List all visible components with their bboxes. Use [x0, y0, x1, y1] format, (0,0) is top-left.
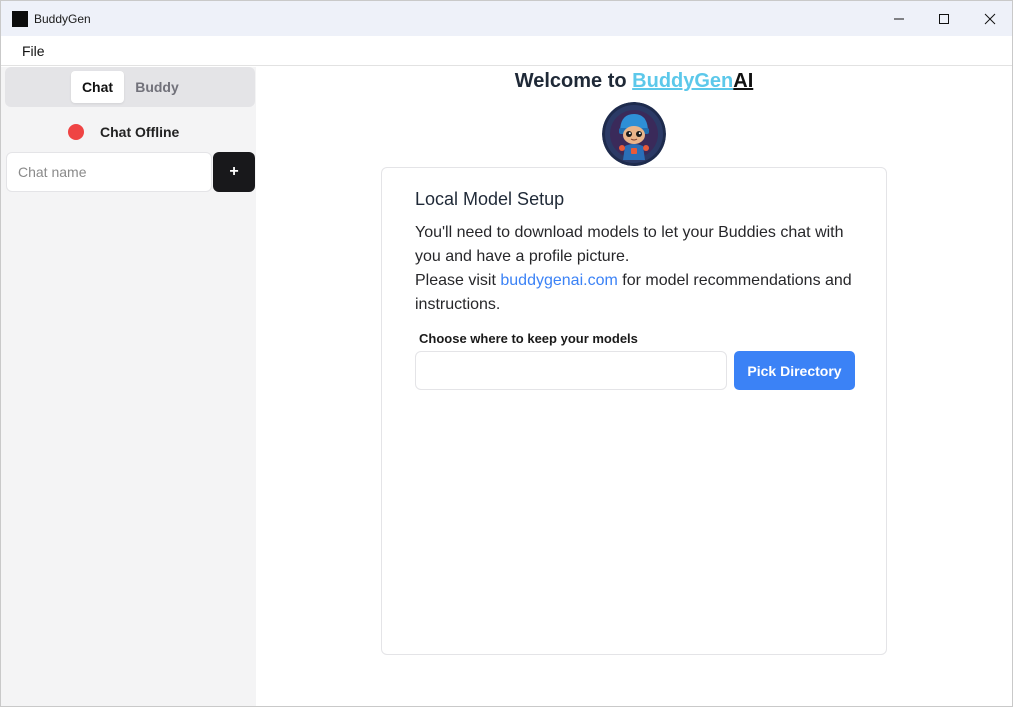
directory-input[interactable] [415, 351, 727, 390]
tab-buddy[interactable]: Buddy [129, 71, 185, 103]
buddygenai-link[interactable]: buddygenai.com [500, 272, 617, 289]
close-icon [984, 13, 996, 24]
menu-bar: File [1, 36, 1012, 66]
robot-avatar-icon [602, 102, 666, 166]
add-chat-button[interactable]: + [213, 152, 255, 192]
window-title: BuddyGen [34, 12, 91, 26]
app-window: BuddyGen File Chat Buddy Chat Offline + … [0, 0, 1013, 707]
card-title: Local Model Setup [415, 189, 565, 209]
app-icon [12, 11, 28, 27]
status-text: Chat Offline [100, 124, 180, 140]
minimize-icon [894, 18, 904, 19]
close-button[interactable] [967, 1, 1012, 36]
sidebar-tabs: Chat Buddy [5, 67, 255, 107]
chat-status: Chat Offline [1, 117, 256, 147]
welcome-prefix: Welcome to [514, 70, 633, 92]
welcome-heading: Welcome to BuddyGenAI [256, 70, 1012, 93]
chat-name-input[interactable] [6, 152, 212, 192]
brand-suffix[interactable]: AI [733, 70, 753, 92]
buddy-avatar [602, 102, 666, 166]
maximize-button[interactable] [921, 1, 967, 36]
card-body: You'll need to download models to let yo… [415, 221, 860, 317]
sidebar: Chat Buddy Chat Offline + [1, 67, 256, 706]
minimize-button[interactable] [876, 1, 922, 36]
plus-icon: + [229, 163, 239, 180]
maximize-icon [939, 13, 949, 24]
directory-label: Choose where to keep your models [419, 331, 638, 346]
menu-file[interactable]: File [22, 43, 45, 59]
pick-directory-button[interactable]: Pick Directory [734, 351, 855, 390]
setup-instructions: You'll need to download models to let yo… [415, 224, 844, 265]
title-bar: BuddyGen [1, 1, 1012, 36]
local-model-setup-card: Local Model Setup You'll need to downloa… [381, 167, 887, 655]
tab-chat[interactable]: Chat [71, 71, 124, 103]
visit-prefix: Please visit [415, 272, 501, 289]
brand-link[interactable]: BuddyGen [632, 70, 733, 92]
status-dot-icon [68, 124, 84, 140]
